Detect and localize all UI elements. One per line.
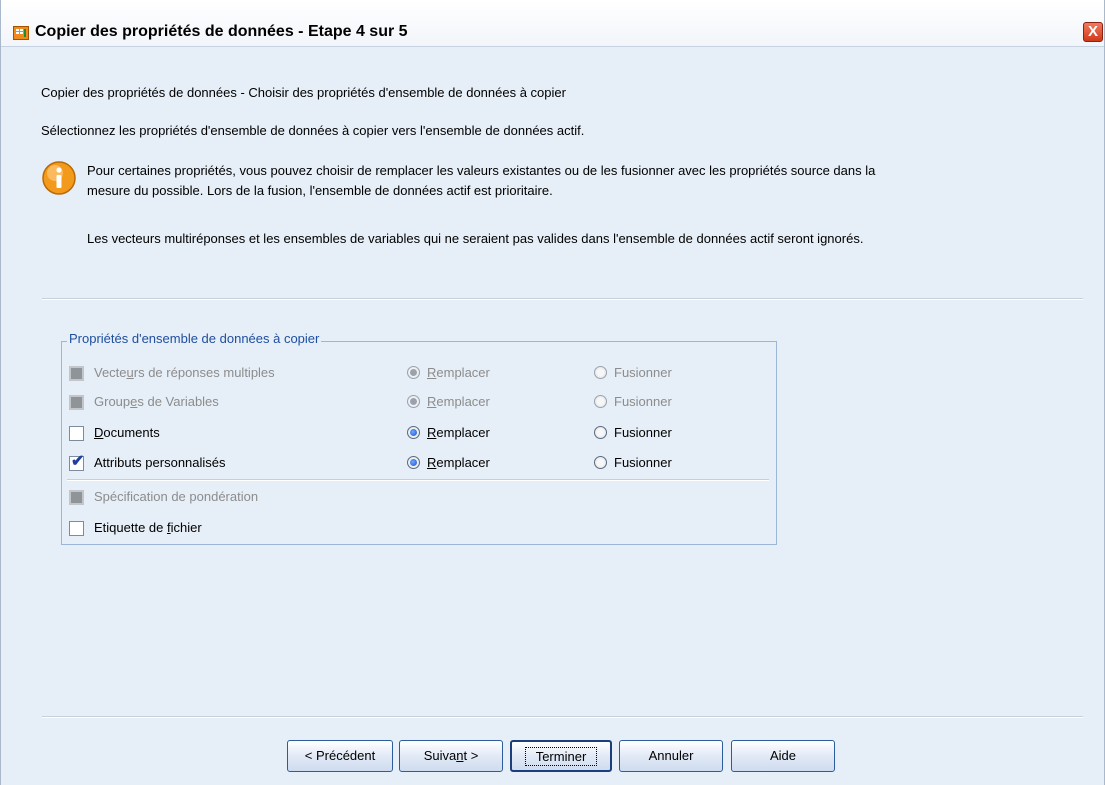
separator-bottom bbox=[42, 716, 1083, 718]
help-button[interactable]: Aide bbox=[731, 740, 835, 772]
previous-button[interactable]: < Précédent bbox=[287, 740, 393, 772]
ignored-note: Les vecteurs multiréponses et les ensemb… bbox=[87, 231, 864, 246]
custom-attributes-merge-radio[interactable] bbox=[594, 456, 607, 469]
custom-attributes-merge-label: Fusionner bbox=[614, 455, 672, 470]
multi-response-merge-radio[interactable] bbox=[594, 366, 607, 379]
weight-spec-checkbox[interactable] bbox=[69, 490, 84, 505]
instruction-text: Sélectionnez les propriétés d'ensemble d… bbox=[41, 123, 585, 138]
variable-groups-label: Groupes de Variables bbox=[94, 394, 219, 409]
variable-groups-replace-label: Remplacer bbox=[427, 394, 490, 409]
custom-attributes-replace-radio[interactable] bbox=[407, 456, 420, 469]
custom-attributes-replace-label: Remplacer bbox=[427, 455, 490, 470]
multi-response-replace-label: Remplacer bbox=[427, 365, 490, 380]
title-bar[interactable]: Copier des propriétés de données - Etape… bbox=[1, 0, 1104, 47]
multi-response-checkbox[interactable] bbox=[69, 366, 84, 381]
separator-top bbox=[42, 298, 1083, 300]
multi-response-merge-label: Fusionner bbox=[614, 365, 672, 380]
custom-attributes-checkbox[interactable]: ✔ bbox=[69, 453, 85, 471]
custom-attributes-label: Attributs personnalisés bbox=[94, 455, 226, 470]
step-heading: Copier des propriétés de données - Chois… bbox=[41, 85, 566, 100]
checkmark-icon: ✔ bbox=[71, 453, 85, 470]
documents-merge-label: Fusionner bbox=[614, 425, 672, 440]
documents-merge-radio[interactable] bbox=[594, 426, 607, 439]
documents-replace-label: Remplacer bbox=[427, 425, 490, 440]
app-icon bbox=[13, 26, 29, 40]
close-icon[interactable]: X bbox=[1083, 22, 1103, 42]
file-label-label: Etiquette de fichier bbox=[94, 520, 202, 535]
file-label-checkbox[interactable] bbox=[69, 521, 84, 536]
group-separator bbox=[67, 479, 769, 481]
finish-button[interactable]: Terminer bbox=[510, 740, 612, 772]
variable-groups-checkbox[interactable] bbox=[69, 395, 84, 410]
next-button[interactable]: Suivant > bbox=[399, 740, 503, 772]
group-legend: Propriétés d'ensemble de données à copie… bbox=[67, 331, 322, 346]
info-icon bbox=[42, 161, 76, 195]
weight-spec-label: Spécification de pondération bbox=[94, 489, 259, 504]
multi-response-label: Vecteurs de réponses multiples bbox=[94, 365, 275, 380]
dialog-window: Copier des propriétés de données - Etape… bbox=[0, 0, 1105, 785]
documents-checkbox[interactable] bbox=[69, 426, 84, 441]
info-text-line1: Pour certaines propriétés, vous pouvez c… bbox=[87, 163, 876, 178]
documents-label: Documents bbox=[94, 425, 160, 440]
variable-groups-merge-radio[interactable] bbox=[594, 395, 607, 408]
variable-groups-merge-label: Fusionner bbox=[614, 394, 672, 409]
multi-response-replace-radio[interactable] bbox=[407, 366, 420, 379]
window-title: Copier des propriétés de données - Etape… bbox=[35, 23, 408, 40]
cancel-button[interactable]: Annuler bbox=[619, 740, 723, 772]
info-text-line2: mesure du possible. Lors de la fusion, l… bbox=[87, 183, 553, 198]
documents-replace-radio[interactable] bbox=[407, 426, 420, 439]
variable-groups-replace-radio[interactable] bbox=[407, 395, 420, 408]
